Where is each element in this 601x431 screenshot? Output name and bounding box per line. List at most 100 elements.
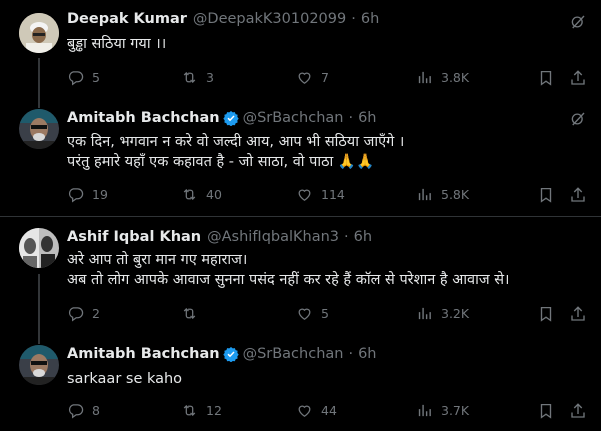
thread-line: [38, 274, 40, 336]
tweet-text-line: अरे आप तो बुरा मान गए महाराज।: [67, 252, 248, 268]
author-handle[interactable]: @DeepakK30102099: [193, 11, 346, 27]
timestamp[interactable]: 6h: [361, 11, 379, 27]
views-button[interactable]: 3.8K: [416, 69, 469, 86]
reply-count: 8: [92, 403, 100, 418]
author-name[interactable]: Amitabh Bachchan: [67, 110, 220, 126]
like-count: 5: [321, 306, 329, 321]
bookmark-icon[interactable]: [537, 186, 555, 204]
action-bar: 19 40 114 5.8K: [67, 186, 587, 206]
author-name[interactable]: Ashif Iqbal Khan: [67, 229, 201, 245]
analytics-icon: [416, 186, 433, 203]
reply-count: 5: [92, 70, 100, 85]
verified-badge-icon: [223, 346, 239, 362]
tweet-text-line: sarkaar se kaho: [67, 371, 183, 387]
action-bar: 2 5 3.2K: [67, 305, 587, 325]
tweet-text: अरे आप तो बुरा मान गए महाराज। अब तो लोग …: [67, 250, 510, 290]
tweet-header: Deepak Kumar @DeepakK30102099 · 6h: [67, 11, 379, 27]
author-handle[interactable]: @SrBachchan: [243, 346, 344, 362]
views-count: 5.8K: [441, 187, 470, 202]
like-button[interactable]: 44: [296, 402, 337, 419]
timestamp[interactable]: 6h: [358, 110, 376, 126]
tweet-header: Ashif Iqbal Khan @AshifIqbalKhan3 · 6h: [67, 229, 372, 245]
grok-icon[interactable]: [569, 110, 587, 128]
reply-icon: [67, 402, 84, 419]
repost-button[interactable]: 40: [181, 186, 222, 203]
reply-icon: [67, 305, 84, 322]
avatar[interactable]: [19, 228, 59, 268]
tweet-amitabh-bachchan-reply-2[interactable]: Amitabh Bachchan @SrBachchan · 6h sarkaa…: [0, 336, 601, 431]
bookmark-icon[interactable]: [537, 69, 555, 87]
separator-dot: ·: [348, 110, 354, 126]
views-button[interactable]: 5.8K: [416, 186, 469, 203]
share-icon[interactable]: [569, 69, 587, 87]
author-name[interactable]: Amitabh Bachchan: [67, 346, 220, 362]
repost-button[interactable]: [181, 305, 206, 322]
timestamp[interactable]: 6h: [354, 229, 372, 245]
share-icon[interactable]: [569, 402, 587, 420]
tweet-text-line: परंतु हमारे यहाँ एक कहावत है - जो साठा, …: [67, 154, 375, 170]
avatar[interactable]: [19, 13, 59, 53]
like-button[interactable]: 5: [296, 305, 329, 322]
like-button[interactable]: 7: [296, 69, 329, 86]
tweet-deepak-kumar[interactable]: Deepak Kumar @DeepakK30102099 · 6h बुड्ढ…: [0, 0, 601, 100]
analytics-icon: [416, 69, 433, 86]
repost-button[interactable]: 12: [181, 402, 222, 419]
reply-count: 2: [92, 306, 100, 321]
views-count: 3.8K: [441, 70, 470, 85]
author-name[interactable]: Deepak Kumar: [67, 11, 187, 27]
reply-button[interactable]: 8: [67, 402, 100, 419]
repost-icon: [181, 186, 198, 203]
bookmark-icon[interactable]: [537, 402, 555, 420]
repost-icon: [181, 69, 198, 86]
repost-button[interactable]: 3: [181, 69, 214, 86]
share-icon[interactable]: [569, 186, 587, 204]
reply-icon: [67, 69, 84, 86]
thread-line: [38, 100, 40, 108]
separator-dot: ·: [344, 229, 349, 245]
heart-icon: [296, 402, 313, 419]
tweet-amitabh-bachchan-reply[interactable]: Amitabh Bachchan @SrBachchan · 6h एक दिन…: [0, 100, 601, 215]
avatar[interactable]: [19, 345, 59, 385]
reply-count: 19: [92, 187, 108, 202]
like-count: 44: [321, 403, 337, 418]
reply-button[interactable]: 5: [67, 69, 100, 86]
avatar[interactable]: [19, 109, 59, 149]
views-button[interactable]: 3.7K: [416, 402, 469, 419]
views-count: 3.2K: [441, 306, 470, 321]
tweet-text: sarkaar se kaho: [67, 369, 182, 389]
grok-icon[interactable]: [569, 13, 587, 31]
like-count: 7: [321, 70, 329, 85]
reply-button[interactable]: 2: [67, 305, 100, 322]
like-count: 114: [321, 187, 345, 202]
repost-count: 12: [206, 403, 222, 418]
reply-button[interactable]: 19: [67, 186, 108, 203]
verified-badge-icon: [223, 110, 239, 126]
views-count: 3.7K: [441, 403, 470, 418]
timestamp[interactable]: 6h: [358, 346, 376, 362]
tweet-text: बुड्ढा सठिया गया ।।: [67, 34, 166, 54]
views-button[interactable]: 3.2K: [416, 305, 469, 322]
thread-line: [38, 336, 40, 344]
thread-line: [38, 58, 40, 100]
share-icon[interactable]: [569, 305, 587, 323]
bookmark-icon[interactable]: [537, 305, 555, 323]
tweet-header: Amitabh Bachchan @SrBachchan · 6h: [67, 110, 377, 126]
action-bar: 8 12 44 3.7K: [67, 402, 587, 422]
repost-icon: [181, 402, 198, 419]
repost-count: 3: [206, 70, 214, 85]
tweet-text: एक दिन, भगवान न करे वो जल्दी आय, आप भी स…: [67, 132, 404, 172]
author-handle[interactable]: @AshifIqbalKhan3: [207, 229, 339, 245]
analytics-icon: [416, 305, 433, 322]
separator-dot: ·: [348, 346, 354, 362]
like-button[interactable]: 114: [296, 186, 345, 203]
repost-count: 40: [206, 187, 222, 202]
author-handle[interactable]: @SrBachchan: [243, 110, 344, 126]
tweet-text-line: एक दिन, भगवान न करे वो जल्दी आय, आप भी स…: [67, 134, 405, 150]
repost-icon: [181, 305, 198, 322]
separator-dot: ·: [351, 11, 356, 27]
analytics-icon: [416, 402, 433, 419]
tweet-header: Amitabh Bachchan @SrBachchan · 6h: [67, 346, 377, 362]
heart-icon: [296, 186, 313, 203]
tweet-ashif-iqbal-khan[interactable]: Ashif Iqbal Khan @AshifIqbalKhan3 · 6h अ…: [0, 217, 601, 336]
heart-icon: [296, 69, 313, 86]
